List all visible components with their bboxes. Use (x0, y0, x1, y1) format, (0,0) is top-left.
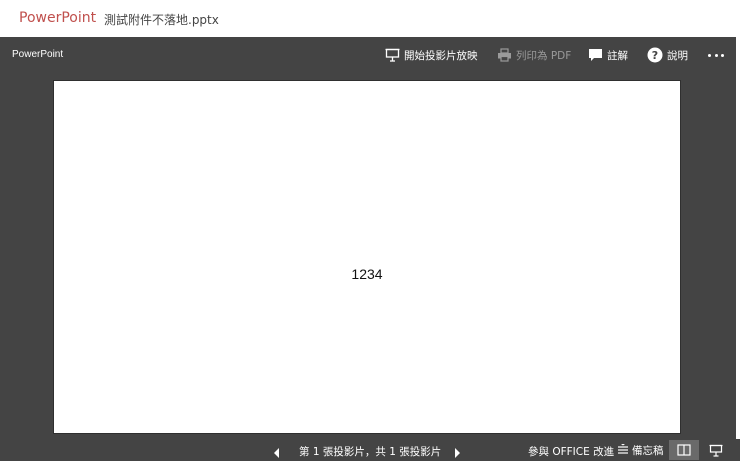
right-edge (736, 37, 740, 439)
projector-icon (384, 47, 400, 63)
start-slideshow-label: 開始投影片放映 (404, 49, 478, 62)
reading-view-button[interactable] (669, 440, 699, 460)
help-label: 說明 (667, 49, 688, 62)
print-pdf-label: 列印為 PDF (516, 49, 572, 62)
printer-icon (496, 47, 512, 63)
svg-text:?: ? (652, 49, 658, 62)
app-name-link[interactable]: PowerPoint (19, 10, 96, 26)
more-icon (708, 53, 711, 57)
more-options-button[interactable] (706, 46, 726, 64)
file-name: 測試附件不落地.pptx (104, 13, 219, 27)
title-bar: PowerPoint 測試附件不落地.pptx (0, 0, 740, 37)
slide-counter: 第 1 張投影片，共 1 張投影片 (299, 446, 442, 458)
help-icon: ? (647, 47, 663, 63)
notes-icon (617, 444, 629, 456)
next-slide-button[interactable] (452, 444, 462, 458)
slide-text: 1234 (351, 266, 383, 282)
projector-icon (709, 444, 723, 457)
previous-slide-button[interactable] (272, 444, 282, 458)
powerpoint-online-window: PowerPoint 測試附件不落地.pptx PowerPoint 開始投影片… (0, 0, 740, 461)
book-icon (677, 444, 691, 456)
slide-canvas[interactable]: 1234 (53, 80, 681, 434)
triangle-left-icon (274, 448, 279, 458)
comments-label: 註解 (607, 49, 628, 62)
triangle-right-icon (455, 448, 460, 458)
slide-viewer: PowerPoint 開始投影片放映 列印為 PDF 註解 ? 說明 1234 (0, 37, 736, 439)
comments-button[interactable]: 註解 (587, 44, 628, 66)
notes-button[interactable]: 備忘稿 (617, 441, 664, 459)
comment-icon (587, 47, 603, 63)
start-slideshow-button[interactable]: 開始投影片放映 (384, 44, 478, 66)
notes-label: 備忘稿 (632, 444, 664, 457)
status-bar: 第 1 張投影片，共 1 張投影片 參與 OFFICE 改進 備忘稿 (0, 439, 740, 461)
slideshow-view-button[interactable] (703, 440, 729, 460)
help-button[interactable]: ? 說明 (647, 44, 688, 66)
viewer-app-label: PowerPoint (12, 49, 64, 60)
help-improve-office-link[interactable]: 參與 OFFICE 改進 (528, 444, 614, 459)
print-pdf-button[interactable]: 列印為 PDF (496, 44, 571, 66)
